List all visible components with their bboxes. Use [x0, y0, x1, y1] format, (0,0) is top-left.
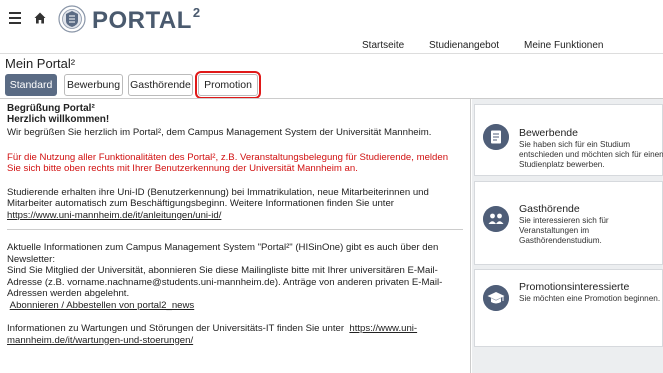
tab-gasthoerende[interactable]: Gasthörende — [128, 74, 193, 96]
intro-text: Wir begrüßen Sie herzlich im Portal², de… — [7, 127, 432, 138]
nav-startseite[interactable]: Startseite — [362, 40, 404, 51]
card-gasthoerende-desc: Sie interessieren sich für Veranstaltung… — [519, 216, 609, 245]
card-gasthoerende[interactable]: Gasthörende Sie interessieren sich für V… — [474, 181, 663, 265]
page-title: Mein Portal² — [5, 56, 76, 71]
home-icon[interactable] — [34, 12, 46, 24]
group-icon — [483, 206, 509, 232]
menu-icon[interactable] — [9, 12, 21, 24]
section-divider — [7, 229, 463, 230]
login-notice: Für die Nutzung aller Funktionalitäten d… — [7, 151, 449, 175]
nav-meine-funktionen[interactable]: Meine Funktionen — [524, 40, 604, 51]
card-promotion-title: Promotionsinteressierte — [519, 281, 630, 293]
mailing-list-info: Sind Sie Mitglied der Universität, abonn… — [7, 265, 443, 299]
card-bewerbende[interactable]: Bewerbende Sie haben sich für ein Studiu… — [474, 104, 663, 176]
top-bar: PORTAL2 — [0, 0, 663, 38]
nav-studienangebot[interactable]: Studienangebot — [429, 40, 499, 51]
uni-id-text: Studierende erhalten ihre Uni-ID (Benutz… — [7, 186, 429, 210]
welcome-subheading: Herzlich willkommen! — [7, 114, 110, 125]
main-nav: Startseite Studienangebot Meine Funktion… — [0, 40, 663, 54]
brand-title[interactable]: PORTAL2 — [92, 5, 201, 35]
header-divider — [0, 53, 663, 54]
card-promotion-desc: Sie möchten eine Promotion beginnen. — [519, 294, 661, 303]
card-bewerbende-desc: Sie haben sich für ein Studium entschied… — [519, 140, 663, 169]
maintenance-info: Informationen zu Wartungen und Störungen… — [7, 323, 463, 346]
university-logo[interactable] — [58, 5, 86, 33]
target-group-sidebar: Bewerbende Sie haben sich für ein Studiu… — [472, 99, 663, 373]
card-bewerbende-title: Bewerbende — [519, 127, 578, 139]
welcome-heading: Begrüßung Portal² — [7, 103, 95, 114]
newsletter-info: Aktuelle Informationen zum Campus Manage… — [7, 242, 439, 265]
tab-standard[interactable]: Standard — [5, 74, 57, 96]
newsletter-subscribe-link[interactable]: Abonnieren / Abbestellen von portal2_new… — [10, 300, 195, 311]
card-gasthoerende-title: Gasthörende — [519, 203, 580, 215]
tab-bewerbung[interactable]: Bewerbung — [64, 74, 123, 96]
card-promotionsinteressierte[interactable]: Promotionsinteressierte Sie möchten eine… — [474, 269, 663, 347]
graduation-cap-icon — [483, 285, 509, 311]
maintenance-text: Informationen zu Wartungen und Störungen… — [7, 323, 345, 334]
application-icon — [483, 124, 509, 150]
uni-id-link[interactable]: https://www.uni-mannheim.de/it/anleitung… — [7, 210, 221, 221]
tab-promotion[interactable]: Promotion — [195, 71, 261, 99]
uni-id-info: Studierende erhalten ihre Uni-ID (Benutz… — [7, 187, 463, 222]
welcome-panel: Begrüßung Portal² Herzlich willkommen! W… — [0, 99, 471, 373]
